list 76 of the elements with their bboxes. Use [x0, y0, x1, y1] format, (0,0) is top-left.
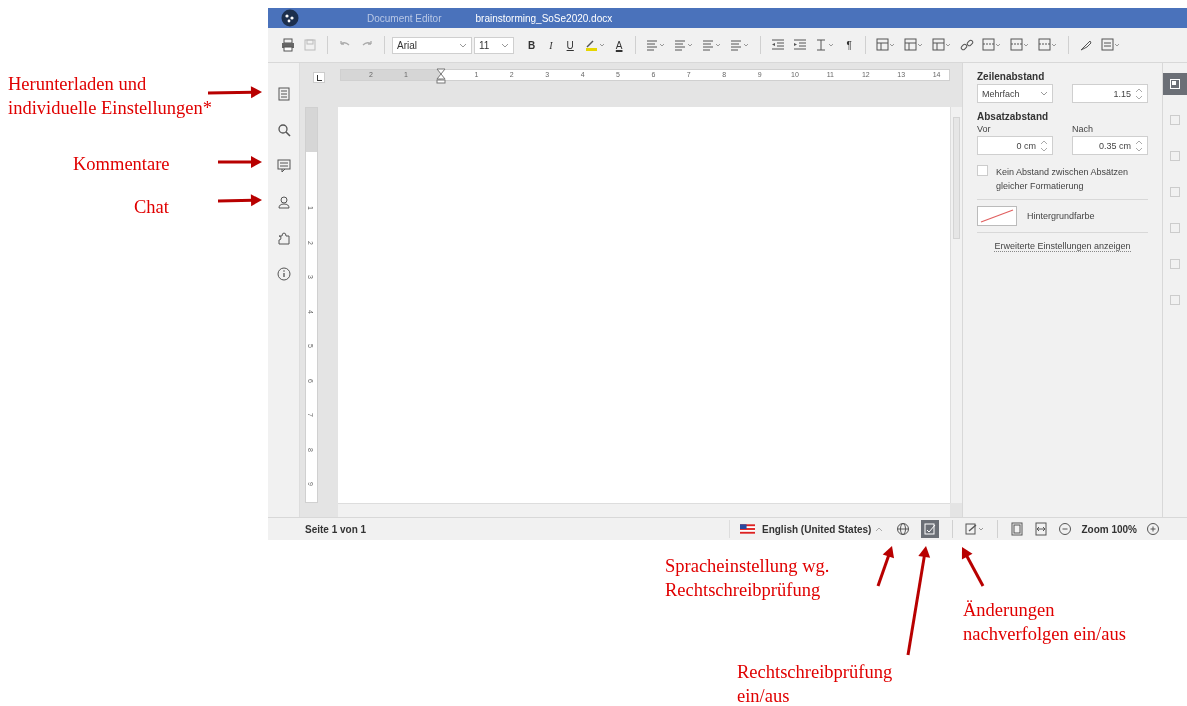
comment-icon[interactable]	[276, 159, 291, 173]
print-icon[interactable]	[281, 38, 295, 52]
annotation-text: Herunterladen und individuelle Einstellungen*	[8, 73, 212, 120]
annotation-text: Spracheinstellung wg. Rechtschreibprüfung	[665, 555, 830, 602]
arrow	[218, 156, 262, 168]
ruler-margin	[306, 108, 317, 152]
decrease-indent-icon[interactable]	[771, 38, 786, 52]
annotation-text: Rechtschreibprüfung ein/aus	[737, 661, 893, 706]
spellcheck-button[interactable]	[921, 520, 940, 538]
field-label: Vor	[977, 124, 992, 134]
caret-up-icon[interactable]	[875, 526, 884, 532]
indent-marker-icon[interactable]	[436, 68, 446, 84]
underline-button[interactable]: U	[560, 36, 580, 54]
info-icon[interactable]	[276, 267, 291, 281]
field-label: Nach	[1072, 124, 1094, 134]
spacing-before-field[interactable]: 0 cm	[977, 136, 1053, 155]
footer-icon[interactable]	[1037, 38, 1058, 52]
arrow	[207, 86, 262, 99]
zoom-in-icon[interactable]	[1146, 522, 1160, 536]
arrow	[217, 194, 262, 207]
fit-page-icon[interactable]	[1010, 522, 1025, 536]
flag-icon[interactable]	[739, 524, 755, 534]
spacing-after-field[interactable]: 0.35 cm	[1072, 136, 1148, 155]
arrow	[876, 546, 895, 587]
page-count: Seite 1 von 1	[305, 523, 367, 535]
person-icon[interactable]	[276, 195, 291, 209]
link-icon[interactable]	[959, 38, 974, 52]
paragraph-mark-button[interactable]: ¶	[840, 36, 858, 54]
checkbox[interactable]	[977, 165, 988, 176]
vertical-scrollbar[interactable]	[950, 107, 962, 503]
advanced-settings-link[interactable]: Erweiterte Einstellungen anzeigen	[994, 241, 1131, 252]
font-size-dropdown[interactable]: 11	[474, 36, 514, 54]
background-color-label: Hintergrundfarbe	[1027, 211, 1095, 221]
search-icon[interactable]	[276, 123, 291, 137]
paragraph-icon[interactable]	[1163, 73, 1187, 95]
logo-icon	[281, 9, 299, 27]
bullet-list-icon[interactable]	[674, 38, 695, 52]
italic-button[interactable]: I	[543, 36, 559, 54]
save-icon[interactable]	[303, 38, 317, 52]
section-heading: Zeilenabstand	[977, 71, 1046, 82]
chevron-down-icon	[1040, 91, 1048, 96]
highlight-icon[interactable]	[584, 38, 605, 52]
annotation-text: Kommentare	[73, 153, 170, 176]
line-spacing-icon[interactable]	[815, 38, 836, 52]
more-icon[interactable]	[1100, 38, 1121, 52]
spinner-icon[interactable]	[1135, 87, 1143, 100]
arrow	[961, 547, 985, 587]
line-spacing-dropdown[interactable]: Mehrfach	[977, 84, 1053, 103]
annotation-text: Chat	[134, 196, 169, 219]
tab-stop-icon[interactable]	[313, 72, 325, 83]
spinner-icon[interactable]	[1135, 139, 1143, 152]
zoom-out-icon[interactable]	[1058, 522, 1073, 536]
zoom-level: Zoom 100%	[1081, 523, 1137, 535]
font-dropdown[interactable]: Arial	[392, 36, 472, 54]
puzzle-icon[interactable]	[276, 231, 291, 245]
font-color-button[interactable]: A	[609, 36, 629, 54]
horizontal-scrollbar[interactable]	[338, 503, 950, 517]
document-title: brainstorming_SoSe2020.docx	[475, 12, 613, 24]
checkbox-label: Kein Abstand zwischen Absätzen gleicher Formatierung	[996, 166, 1130, 193]
chevron-down-icon	[459, 42, 467, 48]
language-selector[interactable]: English (United States)	[761, 523, 872, 535]
align-left-icon[interactable]	[646, 38, 667, 52]
no-color-swatch[interactable]	[977, 206, 1017, 226]
bold-button[interactable]: B	[522, 36, 542, 54]
chevron-down-icon	[501, 42, 509, 48]
spinner-icon[interactable]	[1040, 139, 1048, 152]
increase-indent-icon[interactable]	[793, 38, 808, 52]
track-changes-icon[interactable]	[965, 522, 986, 536]
globe-icon[interactable]	[896, 522, 911, 536]
multilevel-list-icon[interactable]	[730, 38, 751, 52]
document-icon[interactable]	[276, 87, 291, 101]
annotation-text: Änderungen nachverfolgen ein/aus	[963, 599, 1126, 646]
line-spacing-field[interactable]: 1.15	[1072, 84, 1148, 103]
fit-width-icon[interactable]	[1034, 522, 1049, 536]
section-heading: Absatzabstand	[977, 111, 1050, 122]
numbered-list-icon[interactable]	[702, 38, 723, 52]
